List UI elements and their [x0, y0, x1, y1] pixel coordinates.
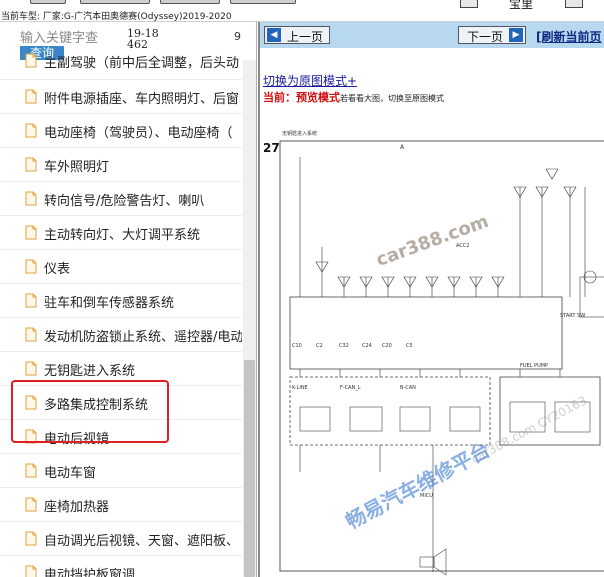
toolbar-button-fragment[interactable]	[160, 0, 220, 4]
connector-label-c2: C2	[316, 343, 323, 349]
top-bar: 当前车型: 厂家:G-广汽本田奥德赛(Odyssey)2019-2020 宝里	[0, 0, 604, 22]
connector-label-c5: C5	[406, 343, 413, 349]
page-nav-bar: ◀ 上一页 下一页 ▶ [刷新当前页	[260, 22, 604, 48]
file-icon	[25, 327, 37, 342]
list-item-label: 车外照明灯	[44, 160, 110, 175]
code-text: 19-18462	[127, 27, 159, 51]
file-icon	[25, 259, 37, 274]
file-icon	[25, 53, 37, 68]
diagram-frame	[279, 140, 604, 572]
list-item-label: 发动机防盗锁止系统、遥控器/电动	[44, 330, 242, 345]
window-icon[interactable]	[565, 0, 583, 8]
list-item[interactable]: 座椅加热器	[0, 488, 242, 522]
toolbar-button-fragment[interactable]	[230, 0, 296, 4]
connector-block	[289, 296, 563, 370]
scrollbar[interactable]	[243, 60, 256, 577]
list-item-label: 仪表	[44, 262, 71, 277]
list-item-label: 电动挡护板窗调	[44, 568, 136, 577]
list-item[interactable]: 驻车和倒车传感器系统	[0, 284, 242, 318]
list-item[interactable]: 转向信号/危险警告灯、喇叭	[0, 182, 242, 216]
file-icon	[25, 497, 37, 512]
list-item[interactable]: 发动机防盗锁止系统、遥控器/电动	[0, 318, 242, 352]
watermark-car388: car388.com	[373, 211, 491, 271]
left-panel: 19-18462 9 查询 主副驾驶（前中后全调整，后头动附件电源插座、车内照明…	[0, 22, 257, 577]
topic-list: 主副驾驶（前中后全调整，后头动 附件电源插座、车内照明灯、后窗 电动座椅（驾驶员）、…	[0, 53, 242, 577]
file-icon	[25, 89, 37, 104]
start-sw-label: START SW	[560, 313, 585, 319]
fuel-pump-label: FUEL PUMP	[520, 363, 548, 369]
diagram-column-label: A	[400, 144, 405, 151]
list-item[interactable]: 自动调光后视镜、天窗、遮阳板、	[0, 522, 242, 556]
current-mode: 预览模式	[296, 91, 340, 104]
list-item-label: 座椅加热器	[44, 500, 110, 515]
current-mode-line: 当前：预览模式若看看大图，切换至原图模式	[263, 89, 444, 105]
file-icon	[25, 191, 37, 206]
list-item[interactable]: 主副驾驶（前中后全调整，后头动	[0, 53, 242, 80]
scroll-thumb[interactable]	[244, 360, 255, 577]
next-page-label: 下一页	[467, 30, 504, 44]
watermark-secondary: car388.com CY20163	[469, 393, 589, 466]
list-item-label: 电动座椅（驾驶员）、电动座椅（	[44, 126, 233, 141]
list-item-label: 驻车和倒车传感器系统	[44, 296, 175, 311]
list-item-label: 主副驾驶（前中后全调整，后头动	[44, 56, 240, 71]
can-bus-block	[289, 376, 491, 446]
list-item-label: 主动转向灯、大灯调平系统	[44, 228, 201, 243]
list-item-label: 自动调光后视镜、天窗、遮阳板、	[44, 534, 240, 549]
prev-page-button[interactable]: ◀ 上一页	[264, 26, 330, 44]
current-label: 当前：	[263, 91, 296, 104]
next-page-button[interactable]: 下一页 ▶	[458, 26, 526, 44]
connector-label-c24: C24	[362, 343, 372, 349]
list-item-label: 转向信号/危险警告灯、喇叭	[44, 194, 205, 209]
current-hint: 若看看大图，切换至原图模式	[340, 94, 444, 103]
extra-text: 9	[234, 30, 241, 43]
top-right-label: 宝里	[509, 0, 534, 11]
diagram-page-number: 27	[263, 141, 280, 155]
list-item-label: 附件电源插座、车内照明灯、后窗	[44, 92, 240, 107]
list-item[interactable]: 仪表	[0, 250, 242, 284]
list-item[interactable]: 电动车窗	[0, 454, 242, 488]
prev-page-label: 上一页	[287, 30, 324, 44]
list-item[interactable]: 电动座椅（驾驶员）、电动座椅（	[0, 114, 242, 148]
current-car-info: 当前车型: 厂家:G-广汽本田奥德赛(Odyssey)2019-2020	[1, 12, 232, 22]
file-icon	[25, 225, 37, 240]
file-icon	[25, 463, 37, 478]
k-line-label: K-LINE	[292, 385, 308, 391]
connector-label-c32: C32	[339, 343, 349, 349]
arrow-left-icon: ◀	[267, 28, 281, 42]
file-icon	[25, 123, 37, 138]
diagram-title: 无钥匙进入系统	[282, 130, 317, 137]
keyword-input[interactable]	[20, 28, 120, 48]
connector-label-c20: C20	[382, 343, 392, 349]
list-item-label: 电动车窗	[44, 466, 97, 481]
toolbar-button-fragment[interactable]	[80, 0, 150, 4]
arrow-right-icon: ▶	[509, 28, 523, 42]
list-item[interactable]: 附件电源插座、车内照明灯、后窗	[0, 80, 242, 114]
refresh-page-link[interactable]: [刷新当前页	[536, 28, 602, 45]
wiring-diagram[interactable]: 无钥匙进入系统 27 A C10 C2 C32 C24 C20 C5 K-LIN…	[260, 127, 604, 577]
connector-label-c10: C10	[292, 343, 302, 349]
file-icon	[25, 531, 37, 546]
right-panel: ◀ 上一页 下一页 ▶ [刷新当前页 切换为原图模式+ 当前：预览模式若看看大图…	[258, 22, 604, 577]
file-icon	[25, 361, 37, 376]
switch-original-mode-link[interactable]: 切换为原图模式+	[263, 72, 357, 89]
list-item[interactable]: 车外照明灯	[0, 148, 242, 182]
file-icon	[25, 565, 37, 577]
toolbar-button-fragment[interactable]	[30, 0, 66, 4]
list-item-label: 无钥匙进入系统	[44, 364, 136, 379]
detail-boxes	[299, 270, 604, 576]
file-icon	[25, 157, 37, 172]
window-icon[interactable]	[460, 0, 478, 8]
b-can-label: B-CAN	[400, 385, 416, 391]
red-highlight-box	[11, 380, 169, 443]
acc2-label: ACC2	[456, 243, 470, 249]
f-can-label: F-CAN_L	[340, 385, 361, 391]
list-item[interactable]: 电动挡护板窗调	[0, 556, 242, 577]
file-icon	[25, 293, 37, 308]
list-item[interactable]: 主动转向灯、大灯调平系统	[0, 216, 242, 250]
